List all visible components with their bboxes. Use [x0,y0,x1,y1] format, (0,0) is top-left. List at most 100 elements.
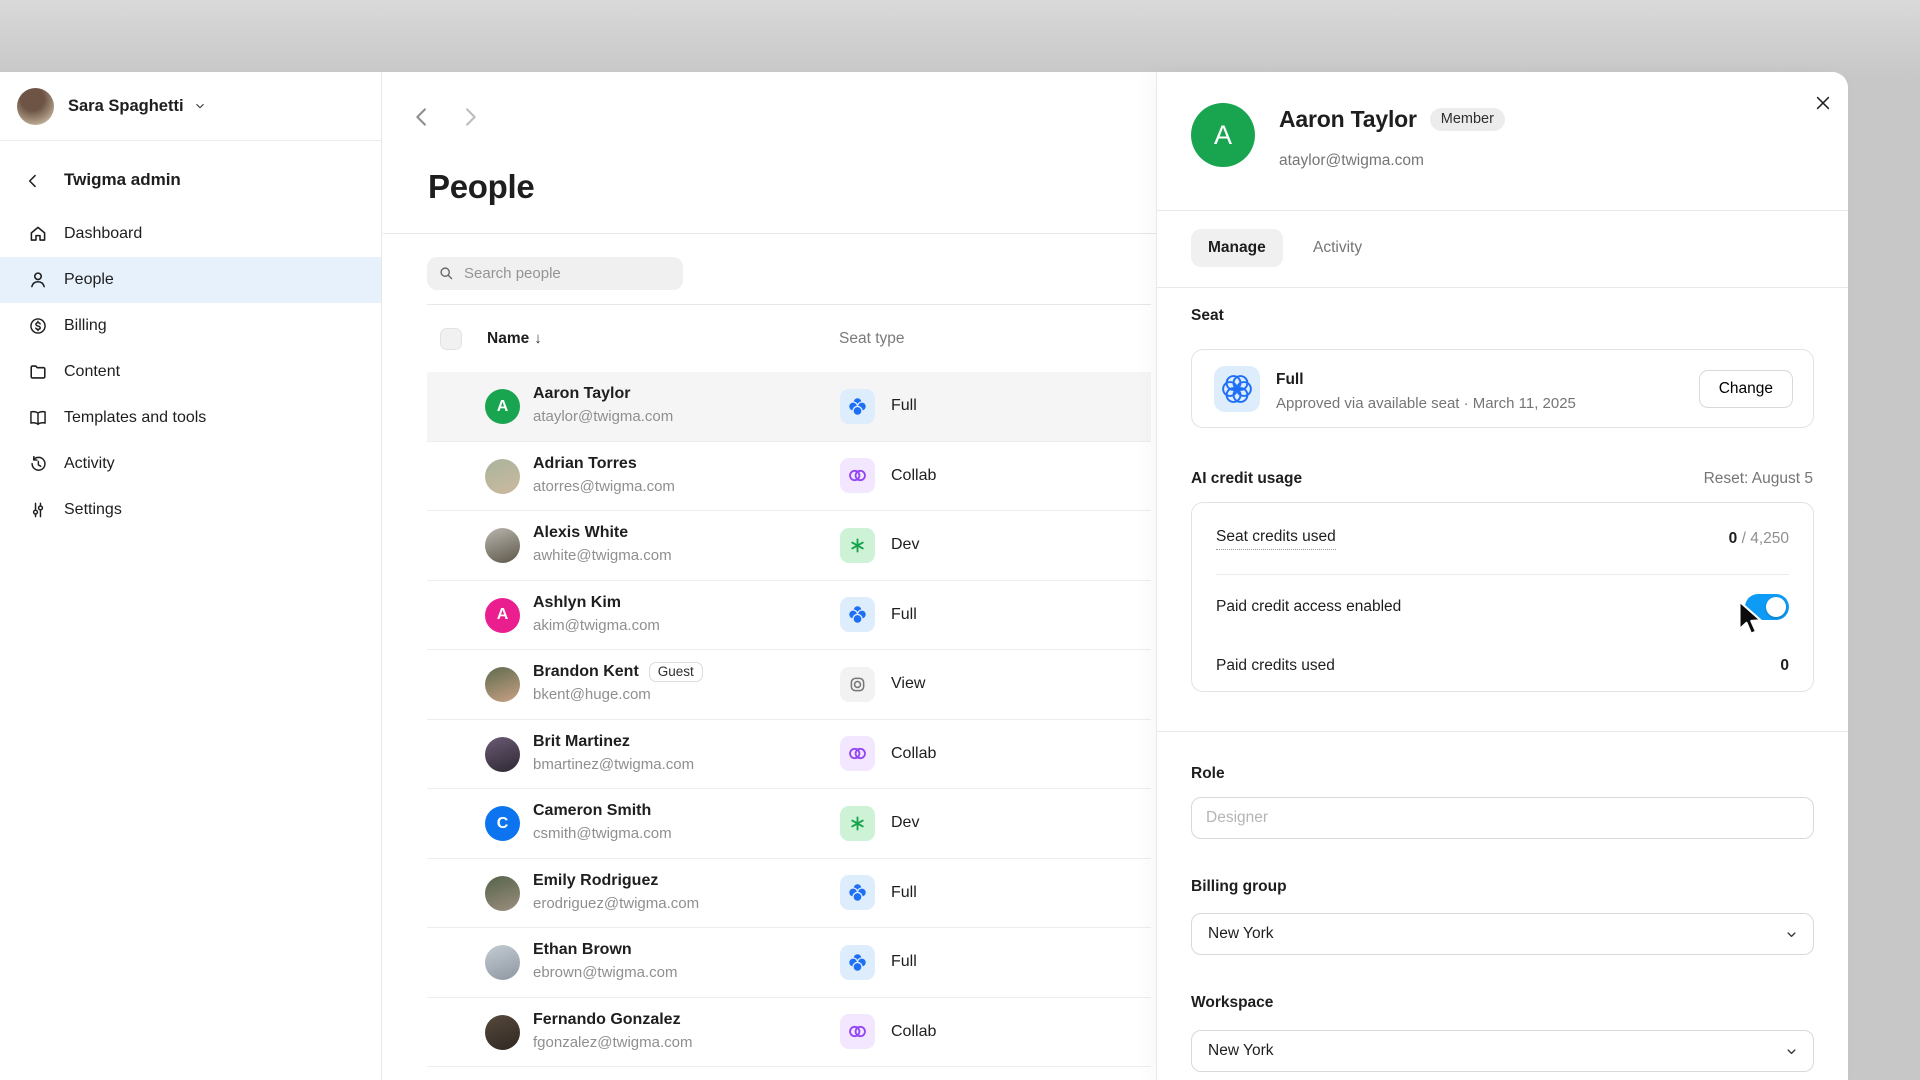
seat-type-label: Dev [891,814,919,832]
sidebar-item-people[interactable]: People [0,257,381,303]
select-all-checkbox[interactable] [440,328,462,350]
seat-type-cell: Full [840,859,917,928]
sidebar-item-settings[interactable]: Settings [0,487,381,533]
dollar-icon [27,315,49,337]
account-menu[interactable]: Sara Spaghetti [0,72,381,141]
ai-credit-card: Seat credits used 0 / 4,250 Paid credit … [1191,502,1814,692]
ai-credit-heading: AI credit usage [1191,470,1302,488]
seat-type-label: Full [891,606,917,624]
column-header-seat-type[interactable]: Seat type [839,330,905,348]
sidebar-item-label: Activity [64,455,115,473]
table-row[interactable]: CCameron Smithcsmith@twigma.com Dev [427,789,1151,859]
chevron-down-icon [1784,927,1799,942]
search-input[interactable] [464,265,664,282]
table-row[interactable]: Alexis Whiteawhite@twigma.com Dev [427,511,1151,581]
seat-type-label: Full [891,953,917,971]
seat-type-value: Full [1276,371,1304,389]
home-icon [27,223,49,245]
sidebar-item-label: Billing [64,317,107,335]
folder-icon [27,361,49,383]
table-header: Name ↓ Seat type [427,304,1151,372]
change-seat-button[interactable]: Change [1699,370,1793,408]
tab-activity[interactable]: Activity [1303,229,1372,267]
avatar: A [485,598,520,633]
seat-type-cell: Dev [840,789,919,858]
sidebar-item-activity[interactable]: Activity [0,441,381,487]
panel-divider [1157,210,1848,211]
search-box[interactable] [427,257,683,290]
table-row[interactable]: Emily Rodriguezerodriguez@twigma.com Ful… [427,859,1151,929]
page-title: People [428,168,534,206]
sidebar-back[interactable]: Twigma admin [0,166,381,196]
collab-seat-icon [840,736,875,771]
person-icon [27,269,49,291]
column-header-name[interactable]: Name ↓ [487,330,542,348]
nav-back-button[interactable] [408,103,436,131]
nav-forward-button[interactable] [456,103,484,131]
full-seat-icon [840,945,875,980]
sidebar-item-label: Templates and tools [64,409,206,427]
column-name-label: Name [487,330,529,347]
sidebar-item-content[interactable]: Content [0,349,381,395]
chevron-left-icon [23,171,43,191]
table-row[interactable]: Fernando Gonzalezfgonzalez@twigma.com Co… [427,998,1151,1068]
sidebar-item-dashboard[interactable]: Dashboard [0,211,381,257]
person-name: Adrian Torres [533,453,637,475]
billing-group-label: Billing group [1191,878,1287,896]
history-icon [27,453,49,475]
seat-section-heading: Seat [1191,307,1224,325]
table-row[interactable]: AAshlyn Kimakim@twigma.com Full [427,581,1151,651]
search-icon [438,265,455,282]
person-email: bkent@huge.com [533,686,651,703]
person-name: Alexis White [533,522,628,544]
paid-used-value: 0 [1780,657,1789,675]
seat-type-cell: Dev [840,511,919,580]
avatar [485,737,520,772]
paid-used-label: Paid credits used [1216,657,1335,675]
seat-type-cell: Full [840,928,917,997]
sort-arrow-icon: ↓ [534,330,542,347]
workspace-label: Workspace [1191,994,1273,1012]
user-avatar [17,88,54,125]
sidebar-item-templates-and-tools[interactable]: Templates and tools [0,395,381,441]
person-email: ebrown@twigma.com [533,964,677,981]
billing-group-select[interactable]: New York [1191,913,1814,955]
avatar [485,1015,520,1050]
member-name: Aaron Taylor [1279,106,1417,133]
person-name: Cameron Smith [533,800,651,822]
member-detail-panel: A Aaron Taylor Member ataylor@twigma.com… [1156,72,1848,1080]
section-divider [1157,731,1848,732]
tab-manage[interactable]: Manage [1191,229,1283,267]
table-row[interactable]: Ethan Brown ebrown@twigma.com Full [427,928,1151,998]
sidebar-item-label: Dashboard [64,225,142,243]
close-icon[interactable] [1809,89,1837,117]
seat-type-label: Collab [891,1023,936,1041]
person-email: fgonzalez@twigma.com [533,1034,692,1051]
workspace-value: New York [1208,1042,1273,1060]
view-seat-icon [840,667,875,702]
role-input[interactable] [1191,797,1814,839]
header-divider [383,233,1156,234]
sidebar-item-billing[interactable]: Billing [0,303,381,349]
sidebar-item-label: Settings [64,501,122,519]
guest-badge: Guest [649,662,703,682]
sidebar: Sara Spaghetti Twigma admin Dashboard Peo… [0,72,382,1080]
table-row[interactable]: Adrian Torres atorres@twigma.com Collab [427,442,1151,512]
table-row[interactable]: Brandon KentGuestbkent@huge.com View [427,650,1151,720]
paid-access-label: Paid credit access enabled [1216,598,1401,616]
person-email: atorres@twigma.com [533,478,675,495]
admin-window: Sara Spaghetti Twigma admin Dashboard Peo… [0,72,1848,1080]
collab-seat-icon [840,458,875,493]
avatar: C [485,806,520,841]
ai-credit-reset-date: Reset: August 5 [1704,470,1813,488]
seat-type-cell: Collab [840,998,936,1067]
seat-type-cell: Collab [840,442,936,511]
table-row[interactable]: AAaron Taylorataylor@twigma.com Full [427,372,1151,442]
avatar [485,876,520,911]
dev-seat-icon [840,528,875,563]
person-name: Ethan Brown [533,939,632,961]
workspace-select[interactable]: New York [1191,1030,1814,1072]
dev-seat-icon [840,806,875,841]
user-name: Sara Spaghetti [68,97,184,116]
table-row[interactable]: Brit Martinezbmartinez@twigma.com Collab [427,720,1151,790]
